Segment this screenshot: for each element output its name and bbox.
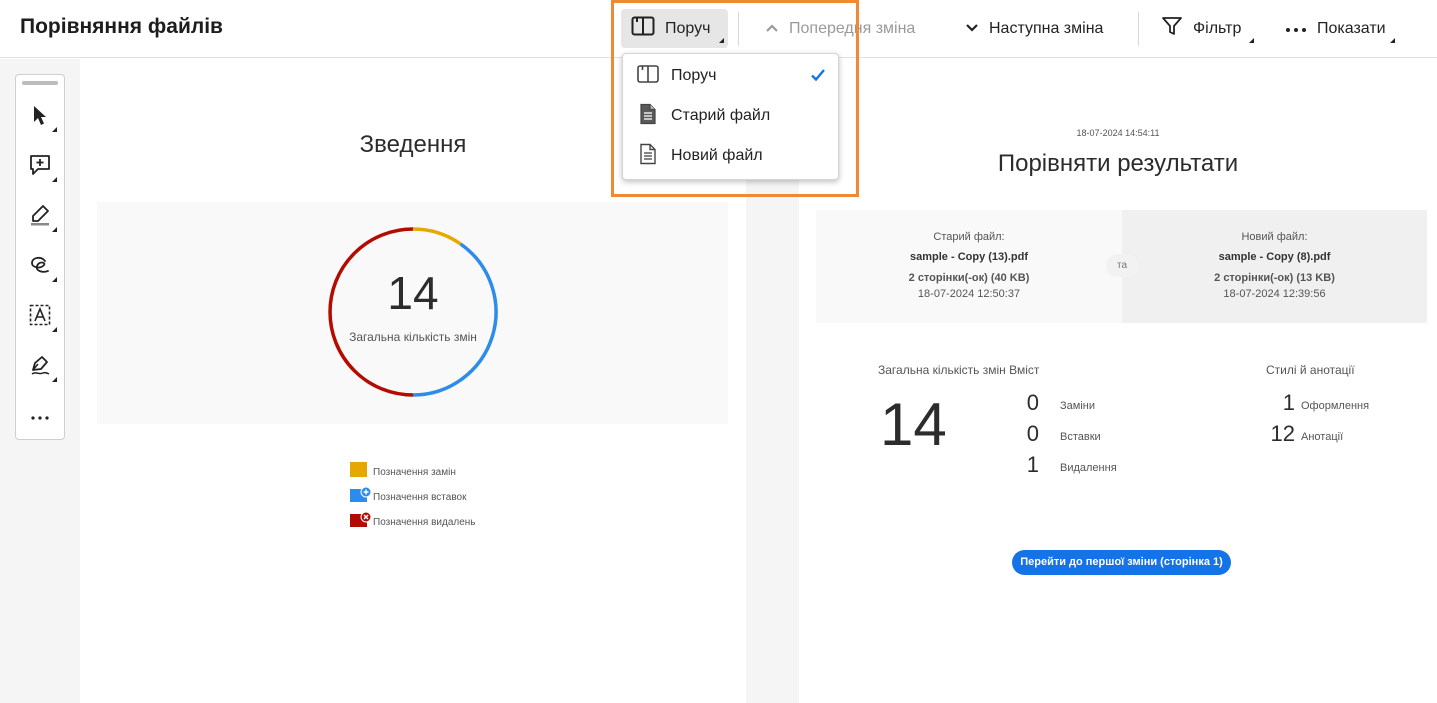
replace-swatch-icon: [350, 462, 367, 477]
comparison-timestamp: 18-07-2024 14:54:11: [1076, 128, 1160, 138]
dropdown-corner-icon: [52, 227, 57, 232]
dropdown-corner-icon: [719, 38, 724, 43]
formatting-label: Оформлення: [1301, 400, 1370, 412]
styles-heading: Стилі й анотації: [1266, 363, 1355, 377]
compare-results-title: Порівняти результати: [997, 150, 1239, 177]
more-horizontal-icon: [1285, 20, 1307, 38]
top-toolbar: Порівняння файлів Поруч Попередня зміна …: [0, 0, 1437, 58]
go-to-first-change-button[interactable]: Перейти до першої зміни (сторінка 1): [1012, 550, 1231, 575]
dropdown-corner-icon: [52, 277, 57, 282]
new-file-card: Новий файл: sample - Copy (8).pdf 2 стор…: [1122, 210, 1427, 323]
content-changes-heading: Загальна кількість змін Вміст: [878, 363, 1040, 377]
fill-sign-icon: [29, 354, 51, 381]
more-tools-button[interactable]: [25, 402, 55, 432]
next-change-button[interactable]: Наступна зміна: [955, 9, 1113, 48]
previous-change-label: Попередня зміна: [789, 19, 916, 37]
rail-drag-handle[interactable]: [22, 81, 58, 85]
total-changes-big: 14: [880, 391, 947, 458]
dropdown-corner-icon: [52, 127, 57, 132]
toolbar-divider: [1138, 12, 1139, 46]
dropdown-corner-icon: [1390, 38, 1395, 43]
select-tool-button[interactable]: [25, 102, 57, 132]
menu-item-old-file[interactable]: Старий файл: [623, 96, 838, 136]
insertions-label: Вставки: [1060, 431, 1101, 443]
old-file-name: sample - Copy (13).pdf: [910, 251, 1028, 263]
show-label: Показати: [1317, 19, 1386, 37]
view-mode-label: Поруч: [665, 19, 711, 37]
comment-tool-button[interactable]: [25, 152, 57, 182]
draw-tool-button[interactable]: [25, 252, 57, 282]
old-file-caption: Старий файл:: [933, 231, 1005, 243]
files-connector-badge: та: [1106, 254, 1138, 277]
annotations-label: Анотації: [1301, 431, 1344, 443]
dropdown-corner-icon: [52, 377, 57, 382]
deletions-label: Видалення: [1060, 462, 1117, 474]
insert-swatch-icon: [350, 487, 372, 502]
add-comment-icon: [29, 154, 51, 181]
old-file-date: 18-07-2024 12:50:37: [917, 288, 1021, 300]
filter-button[interactable]: Фільтр: [1151, 9, 1258, 48]
toolbar-divider: [738, 12, 739, 46]
new-file-name: sample - Copy (8).pdf: [1218, 251, 1331, 263]
legend-insert-label: Позначення вставок: [373, 492, 467, 503]
show-button[interactable]: Показати: [1275, 9, 1399, 48]
dropdown-corner-icon: [52, 177, 57, 182]
chevron-up-icon: [765, 20, 779, 38]
view-mode-menu: Поруч Старий файл Новий файл: [622, 53, 839, 180]
previous-change-button[interactable]: Попередня зміна: [755, 9, 925, 48]
select-pointer-icon: [31, 104, 49, 131]
text-recognition-icon: [29, 304, 51, 331]
freehand-draw-icon: [29, 255, 51, 280]
dropdown-corner-icon: [52, 327, 57, 332]
dropdown-corner-icon: [1249, 38, 1254, 43]
new-file-caption: Новий файл:: [1241, 231, 1308, 243]
menu-item-side-by-side[interactable]: Поруч: [623, 56, 838, 96]
page-title: Порівняння файлів: [20, 15, 223, 38]
legend-replace: Позначення замін: [350, 462, 456, 478]
filter-label: Фільтр: [1193, 19, 1242, 37]
sign-tool-button[interactable]: [25, 352, 57, 382]
annotations-count: 12: [1270, 421, 1295, 446]
menu-item-label: Старий файл: [671, 107, 771, 124]
total-changes-label: Загальна кількість змін: [349, 330, 477, 344]
tools-rail: [15, 74, 65, 440]
delete-swatch-icon: [350, 512, 372, 527]
filter-icon: [1161, 16, 1183, 41]
replacements-label: Заміни: [1060, 400, 1095, 412]
chevron-down-icon: [965, 20, 979, 38]
replace-arc: [412, 227, 462, 246]
new-file-meta: 2 сторінки(-ок) (13 KB): [1214, 272, 1335, 284]
menu-item-label: Новий файл: [671, 147, 763, 164]
view-mode-button[interactable]: Поруч: [621, 9, 728, 48]
side-by-side-icon: [631, 16, 655, 41]
old-file-meta: 2 сторінки(-ок) (40 KB): [908, 272, 1030, 284]
legend-delete-label: Позначення видалень: [373, 517, 476, 528]
deletions-count: 1: [1026, 452, 1039, 477]
legend-replace-label: Позначення замін: [373, 467, 456, 478]
menu-item-new-file[interactable]: Новий файл: [623, 136, 838, 176]
highlight-tool-button[interactable]: [25, 202, 57, 232]
old-file-icon: [637, 103, 659, 130]
highlight-pen-icon: [29, 204, 51, 231]
legend-insert: Позначення вставок: [350, 487, 466, 503]
more-tools-icon: [30, 408, 50, 426]
menu-item-label: Поруч: [671, 67, 717, 84]
formatting-count: 1: [1282, 390, 1295, 415]
checkmark-icon: [810, 67, 826, 88]
replacements-count: 0: [1026, 390, 1039, 415]
text-tool-button[interactable]: [25, 302, 57, 332]
new-file-date: 18-07-2024 12:39:56: [1223, 288, 1326, 300]
new-file-icon: [637, 143, 659, 170]
next-change-label: Наступна зміна: [989, 19, 1104, 37]
old-file-card: Старий файл: sample - Copy (13).pdf 2 ст…: [816, 210, 1122, 323]
side-by-side-icon: [637, 64, 659, 88]
total-changes-count: 14: [387, 267, 439, 319]
legend-delete: Позначення видалень: [350, 512, 476, 528]
insertions-count: 0: [1026, 421, 1039, 446]
